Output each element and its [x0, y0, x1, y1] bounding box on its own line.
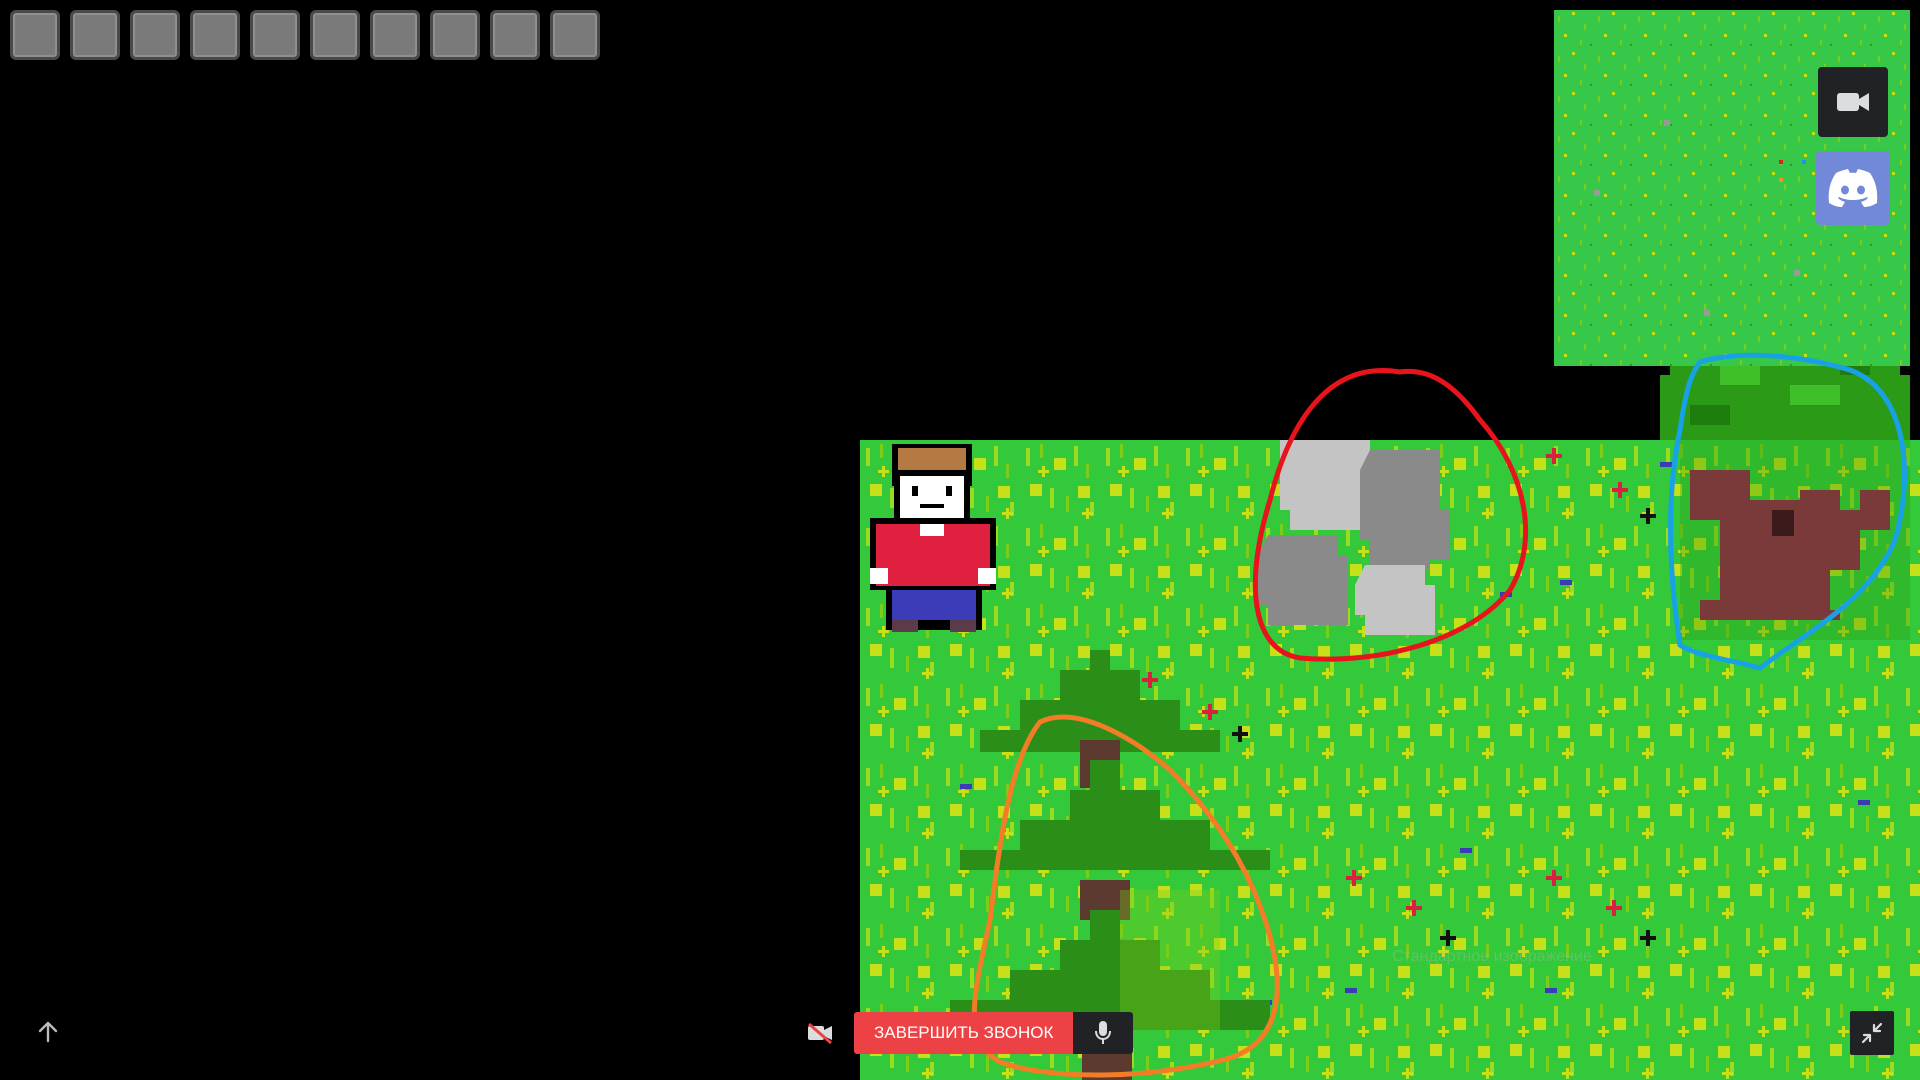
hotbar-slot[interactable] — [370, 10, 420, 60]
hotbar-slot[interactable] — [310, 10, 360, 60]
scroll-up-button[interactable] — [34, 1018, 62, 1046]
hotbar-slot[interactable] — [190, 10, 240, 60]
hotbar-slot[interactable] — [70, 10, 120, 60]
call-controls: ЗАВЕРШИТЬ ЗВОНОК — [800, 1012, 1134, 1054]
microphone-button[interactable] — [1073, 1012, 1134, 1054]
hotbar — [10, 10, 600, 60]
oak-tree[interactable] — [1680, 440, 1910, 640]
faint-caption: Стандартное изображение — [1392, 948, 1592, 965]
hotbar-slot[interactable] — [550, 10, 600, 60]
video-camera-button[interactable] — [1818, 67, 1888, 137]
minimap-player-marker — [1779, 160, 1783, 164]
discord-button[interactable] — [1816, 151, 1890, 225]
video-camera-icon — [1837, 93, 1869, 111]
hotbar-slot[interactable] — [130, 10, 180, 60]
game-screen: Стандартное изображение ЗАВЕРШИТЬ ЗВОНОК — [0, 0, 1920, 1080]
end-call-button[interactable]: ЗАВЕРШИТЬ ЗВОНОК — [854, 1012, 1074, 1054]
collapse-button[interactable] — [1850, 1011, 1894, 1055]
camera-off-icon — [808, 1022, 832, 1044]
discord-icon — [1828, 169, 1878, 207]
arrow-up-icon — [38, 1021, 58, 1043]
camera-off-button[interactable] — [800, 1012, 840, 1054]
microphone-icon — [1095, 1021, 1112, 1044]
hotbar-slot[interactable] — [490, 10, 540, 60]
collapse-icon — [1861, 1022, 1883, 1044]
hotbar-slot[interactable] — [250, 10, 300, 60]
game-world[interactable] — [860, 440, 1920, 1080]
hotbar-slot[interactable] — [430, 10, 480, 60]
hotbar-slot[interactable] — [10, 10, 60, 60]
